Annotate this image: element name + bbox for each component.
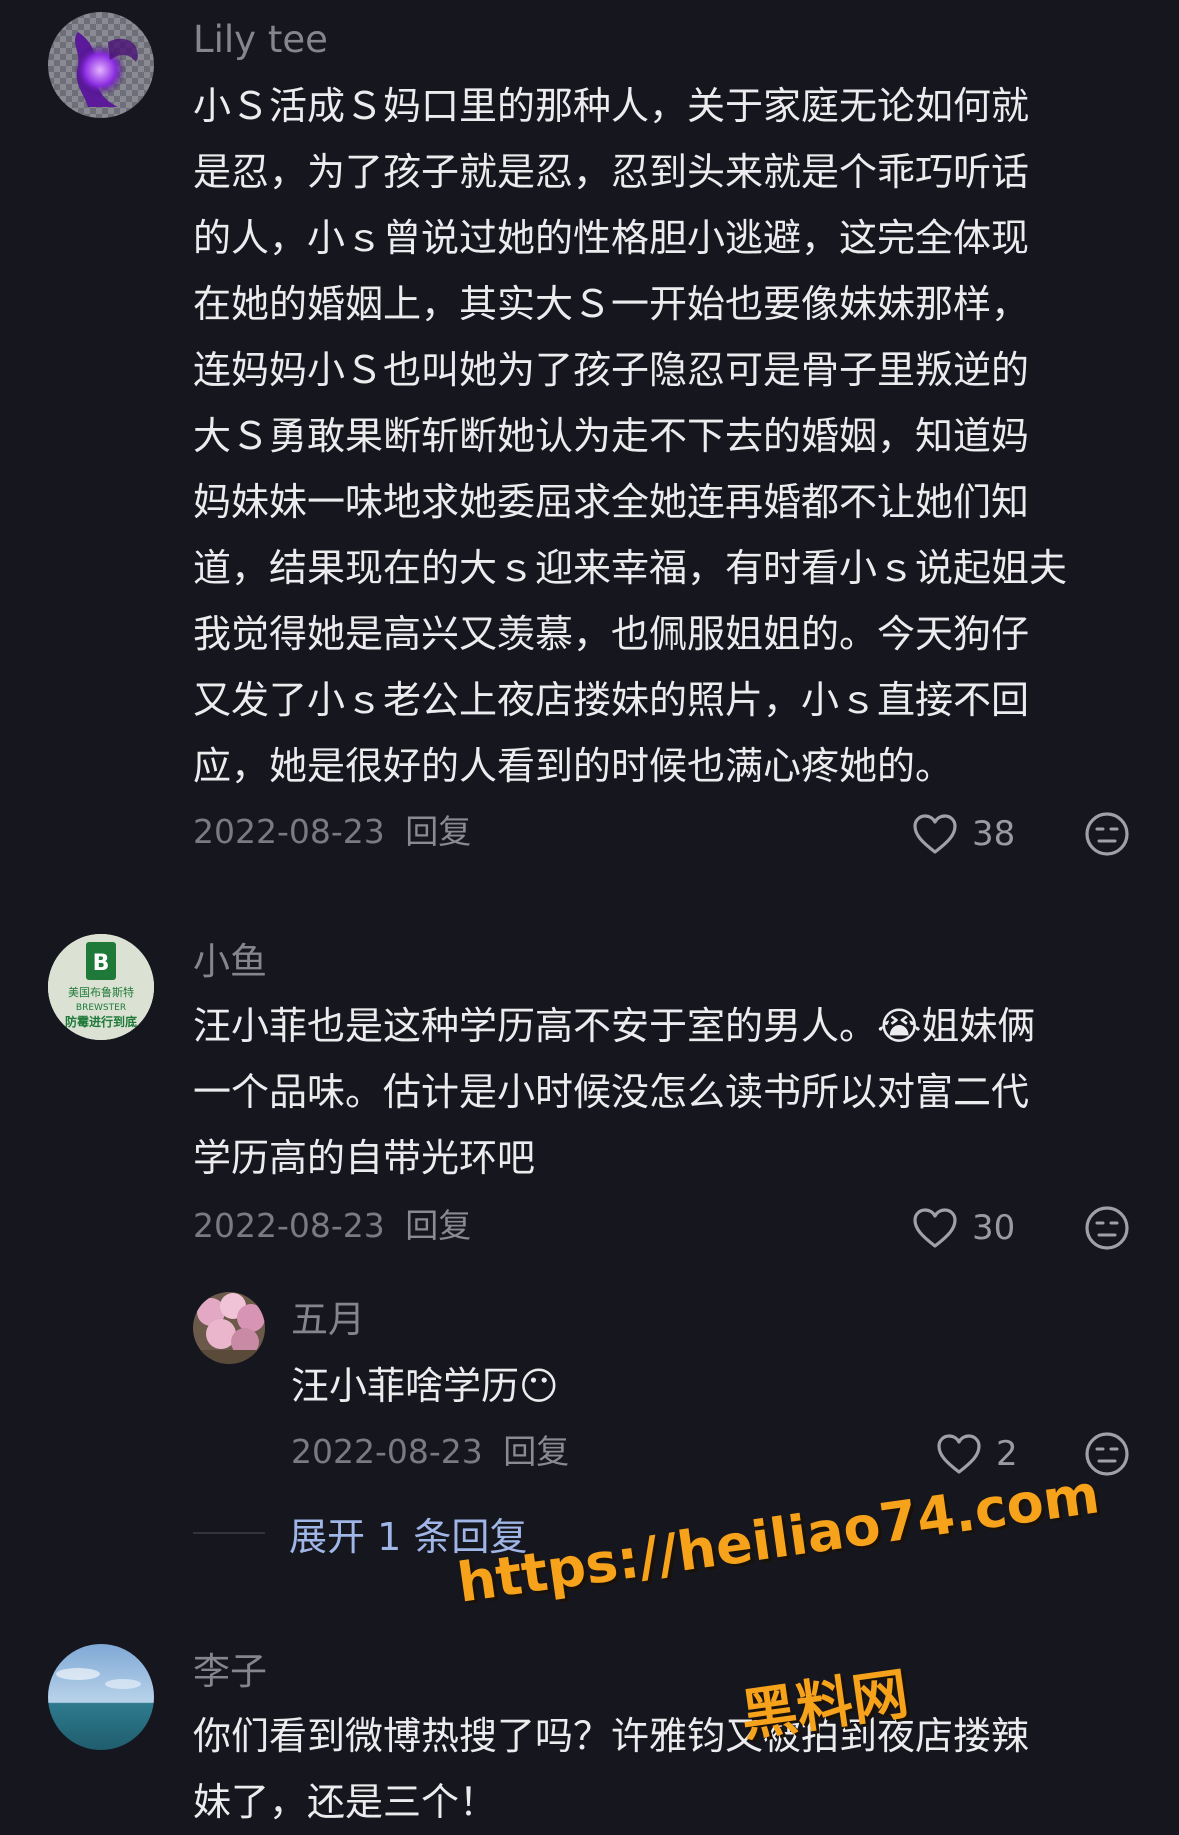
comment-text: 小Ｓ活成Ｓ妈口里的那种人，关于家庭无论如何就 是忍，为了孩子就是忍，忍到头来就是… <box>193 73 1067 799</box>
reply-button[interactable]: 回复 <box>405 1206 471 1245</box>
comment-date: 2022-08-23 <box>193 812 385 851</box>
like-count: 38 <box>972 814 1016 854</box>
comment-line: 汪小菲啥学历😶 <box>291 1364 559 1408</box>
comment-line: 又发了小ｓ老公上夜店搂妹的照片，小ｓ直接不回 <box>193 678 1030 722</box>
comment-line: 学历高的自带光环吧 <box>193 1136 536 1180</box>
like-button[interactable]: 2 <box>936 1431 1018 1477</box>
comment-line: 的人，小ｓ曾说过她的性格胆小逃避，这完全体现 <box>193 216 1030 260</box>
username[interactable]: 李子 <box>193 1650 267 1694</box>
avatar-text: BREWSTER <box>76 1003 126 1013</box>
comment-meta: 2022-08-23 回复 <box>193 1206 471 1246</box>
meh-face-icon <box>1084 812 1130 861</box>
username[interactable]: 小鱼 <box>193 940 267 984</box>
username[interactable]: Lily tee <box>193 18 328 62</box>
dislike-button[interactable] <box>1084 1205 1130 1251</box>
avatar-text: 防霉进行到底 <box>65 1014 137 1029</box>
comment-line: 妈妹妹一味地求她委屈求全她连再婚都不让她们知 <box>193 480 1030 524</box>
comment-line: 在她的婚姻上，其实大Ｓ一开始也要像妹妹那样， <box>193 282 1030 326</box>
heart-icon <box>912 1207 958 1249</box>
like-count: 30 <box>972 1208 1016 1248</box>
comment-date: 2022-08-23 <box>291 1432 483 1471</box>
username[interactable]: 五月 <box>291 1298 365 1342</box>
comment-line: 小Ｓ活成Ｓ妈口里的那种人，关于家庭无论如何就 <box>193 84 1030 128</box>
comment-meta: 2022-08-23 回复 <box>193 812 471 852</box>
heart-icon <box>936 1433 982 1475</box>
avatar[interactable] <box>48 12 154 118</box>
comment-text: 汪小菲啥学历😶 <box>291 1353 559 1419</box>
expand-replies-label[interactable]: 展开 1 条回复 <box>289 1506 527 1561</box>
comment-line: 是忍，为了孩子就是忍，忍到头来就是个乖巧听话 <box>193 150 1030 194</box>
like-count: 2 <box>996 1434 1018 1474</box>
meh-face-icon <box>1084 1432 1130 1481</box>
divider <box>193 1532 265 1534</box>
heart-icon <box>912 813 958 855</box>
avatar[interactable] <box>48 1644 154 1750</box>
avatar[interactable] <box>193 1292 265 1364</box>
comment-line: 你们看到微博热搜了吗？许雅钧又被拍到夜店搂辣 <box>193 1714 1030 1758</box>
comment-date: 2022-08-23 <box>193 1206 385 1245</box>
comment-text: 汪小菲也是这种学历高不安于室的男人。😭姐妹俩 一个品味。估计是小时候没怎么读书所… <box>193 993 1035 1191</box>
avatar[interactable]: B 美国布鲁斯特 BREWSTER 防霉进行到底 <box>48 934 154 1040</box>
comment-line: 我觉得她是高兴又羡慕，也佩服姐姐的。今天狗仔 <box>193 612 1030 656</box>
svg-text:B: B <box>93 951 110 976</box>
dislike-button[interactable] <box>1084 1431 1130 1477</box>
like-button[interactable]: 38 <box>912 811 1015 857</box>
meh-face-icon <box>1084 1206 1130 1255</box>
reply-button[interactable]: 回复 <box>405 812 471 851</box>
watermark-url: https://heiliao74.com <box>453 1462 1104 1615</box>
comment-line: 一个品味。估计是小时候没怎么读书所以对富二代 <box>193 1070 1030 1114</box>
comment-line: 道，结果现在的大ｓ迎来幸福，有时看小ｓ说起姐夫 <box>193 546 1068 590</box>
dislike-button[interactable] <box>1084 811 1130 857</box>
comment-line: 汪小菲也是这种学历高不安于室的男人。😭姐妹俩 <box>193 1004 1036 1048</box>
comment-line: 连妈妈小Ｓ也叫她为了孩子隐忍可是骨子里叛逆的 <box>193 348 1030 392</box>
like-button[interactable]: 30 <box>912 1205 1015 1251</box>
avatar-text: 美国布鲁斯特 <box>68 985 134 999</box>
comment-line: 应，她是很好的人看到的时候也满心疼她的。 <box>193 744 954 788</box>
comment-line: 妹了，还是三个！ <box>193 1780 498 1824</box>
comment-line: 大Ｓ勇敢果断斩断她认为走不下去的婚姻，知道妈 <box>193 414 1030 458</box>
expand-replies[interactable]: 展开 1 条回复 <box>193 1506 527 1561</box>
comment-text: 你们看到微博热搜了吗？许雅钧又被拍到夜店搂辣 妹了，还是三个！ <box>193 1703 1029 1835</box>
comment-meta: 2022-08-23 回复 <box>291 1432 569 1472</box>
reply-button[interactable]: 回复 <box>503 1432 569 1471</box>
